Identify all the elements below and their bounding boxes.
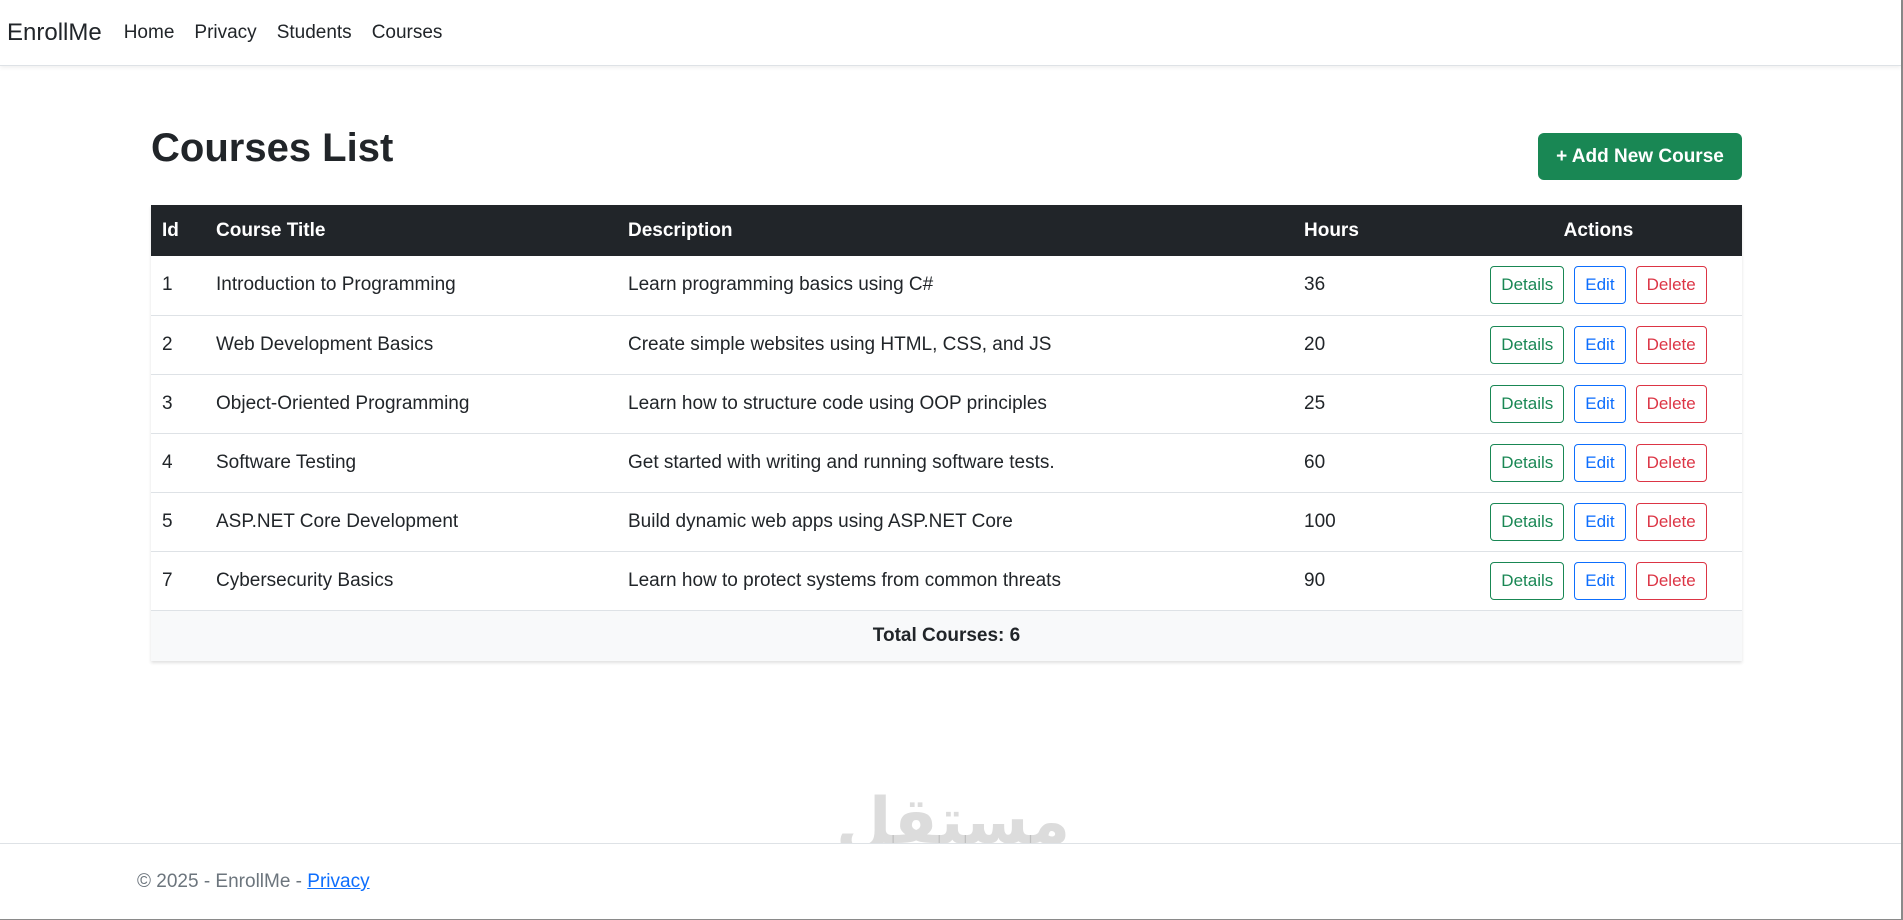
total-courses: Total Courses: 6 xyxy=(872,624,1021,646)
cell-actions: Details Edit Delete xyxy=(1455,492,1742,551)
edit-button[interactable]: Edit xyxy=(1574,384,1626,423)
footer-text: © 2025 - EnrollMe - xyxy=(137,871,308,892)
cell-id: 2 xyxy=(162,333,173,355)
cell-actions: Details Edit Delete xyxy=(1455,433,1742,492)
header-actions: Actions xyxy=(1563,219,1634,241)
cell-actions: Details Edit Delete xyxy=(1455,551,1742,610)
table-row: 5 ASP.NET Core Development Build dynamic w… xyxy=(151,492,1742,551)
page-footer: © 2025 - EnrollMe - Privacy xyxy=(0,843,1901,919)
cell-description: Create simple websites using HTML, CSS, … xyxy=(628,333,1052,355)
details-button[interactable]: Details xyxy=(1490,325,1565,364)
table-row: 3 Object-Oriented Programming Learn how to… xyxy=(151,374,1742,433)
cell-hours: 60 xyxy=(1304,451,1326,473)
row-actions: Details Edit Delete xyxy=(1466,266,1731,305)
cell-actions: Details Edit Delete xyxy=(1455,374,1742,433)
header-hours: Hours xyxy=(1304,219,1359,241)
table-footer-row: Total Courses: 6 xyxy=(151,610,1742,661)
nav-privacy[interactable]: Privacy xyxy=(194,22,256,44)
cell-hours: 100 xyxy=(1304,510,1336,532)
row-actions: Details Edit Delete xyxy=(1466,325,1731,364)
top-navbar: EnrollMe Home Privacy Students Courses xyxy=(0,0,1901,66)
add-new-course-button[interactable]: + Add New Course xyxy=(1538,133,1742,180)
brand-logo[interactable]: EnrollMe xyxy=(7,19,102,47)
delete-button[interactable]: Delete xyxy=(1635,325,1707,364)
cell-id: 4 xyxy=(162,451,173,473)
cell-id: 5 xyxy=(162,510,173,532)
delete-button[interactable]: Delete xyxy=(1635,561,1707,600)
cell-description: Get started with writing and running sof… xyxy=(628,451,1055,473)
row-actions: Details Edit Delete xyxy=(1466,384,1731,423)
cell-description: Learn how to protect systems from common… xyxy=(628,569,1061,591)
details-button[interactable]: Details xyxy=(1490,443,1565,482)
cell-course-title: Web Development Basics xyxy=(216,333,434,355)
edit-button[interactable]: Edit xyxy=(1574,443,1626,482)
table-row: 2 Web Development Basics Create simple web… xyxy=(151,315,1742,374)
cell-actions: Details Edit Delete xyxy=(1455,256,1742,315)
courses-table-container: Id Course Title Description Hours Action… xyxy=(151,205,1742,661)
details-button[interactable]: Details xyxy=(1490,561,1565,600)
delete-button[interactable]: Delete xyxy=(1635,266,1707,305)
courses-table: Id Course Title Description Hours Action… xyxy=(151,205,1742,661)
page-title: Courses List xyxy=(151,126,394,170)
nav-students[interactable]: Students xyxy=(277,22,352,44)
cell-description: Build dynamic web apps using ASP.NET Cor… xyxy=(628,510,1013,532)
cell-course-title: Object-Oriented Programming xyxy=(216,392,470,414)
edit-button[interactable]: Edit xyxy=(1574,266,1626,305)
footer-privacy-link[interactable]: Privacy xyxy=(307,871,369,892)
cell-actions: Details Edit Delete xyxy=(1455,315,1742,374)
table-row: 1 Introduction to Programming Learn progra… xyxy=(151,256,1742,315)
row-actions: Details Edit Delete xyxy=(1466,502,1731,541)
cell-course-title: ASP.NET Core Development xyxy=(216,510,459,532)
cell-id: 1 xyxy=(162,274,173,296)
details-button[interactable]: Details xyxy=(1490,384,1565,423)
edit-button[interactable]: Edit xyxy=(1574,325,1626,364)
row-actions: Details Edit Delete xyxy=(1466,561,1731,600)
table-row: 4 Software Testing Get started with writin… xyxy=(151,433,1742,492)
header-course-title: Course Title xyxy=(216,219,326,241)
cell-description: Learn how to structure code using OOP pr… xyxy=(628,392,1047,414)
table-row: 7 Cybersecurity Basics Learn how to protec… xyxy=(151,551,1742,610)
header-id: Id xyxy=(162,219,179,241)
nav-home[interactable]: Home xyxy=(124,22,175,44)
cell-hours: 20 xyxy=(1304,333,1326,355)
cell-description: Learn programming basics using C# xyxy=(628,274,934,296)
cell-hours: 25 xyxy=(1304,392,1326,414)
cell-id: 7 xyxy=(162,569,173,591)
table-body: 1 Introduction to Programming Learn progra… xyxy=(151,256,1742,610)
delete-button[interactable]: Delete xyxy=(1635,443,1707,482)
edit-button[interactable]: Edit xyxy=(1574,502,1626,541)
details-button[interactable]: Details xyxy=(1490,502,1565,541)
nav-courses[interactable]: Courses xyxy=(372,22,443,44)
delete-button[interactable]: Delete xyxy=(1635,384,1707,423)
edit-button[interactable]: Edit xyxy=(1574,561,1626,600)
cell-course-title: Cybersecurity Basics xyxy=(216,569,394,591)
cell-course-title: Introduction to Programming xyxy=(216,274,456,296)
cell-hours: 90 xyxy=(1304,569,1326,591)
header-description: Description xyxy=(628,219,733,241)
footer-copyright: © 2025 - EnrollMe - Privacy xyxy=(137,871,370,893)
cell-course-title: Software Testing xyxy=(216,451,357,473)
cell-hours: 36 xyxy=(1304,274,1326,296)
delete-button[interactable]: Delete xyxy=(1635,502,1707,541)
details-button[interactable]: Details xyxy=(1490,266,1565,305)
row-actions: Details Edit Delete xyxy=(1466,443,1731,482)
table-header-row: Id Course Title Description Hours Action… xyxy=(151,205,1742,256)
cell-id: 3 xyxy=(162,392,173,414)
